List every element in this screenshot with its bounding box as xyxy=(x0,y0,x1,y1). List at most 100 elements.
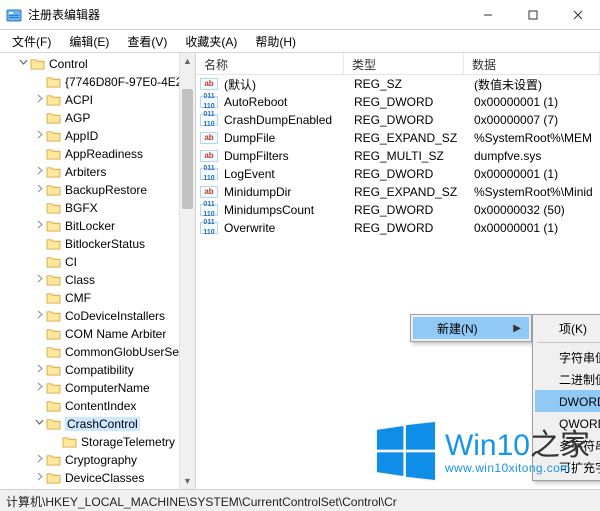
minimize-button[interactable] xyxy=(465,0,510,30)
close-button[interactable] xyxy=(555,0,600,30)
expand-toggle-icon[interactable] xyxy=(32,94,46,106)
tree-item[interactable]: ContentIndex xyxy=(0,397,195,415)
expand-toggle-icon[interactable] xyxy=(16,58,30,70)
expand-toggle-icon[interactable] xyxy=(32,220,46,232)
binary-value-icon: 011110 xyxy=(200,168,218,180)
list-body[interactable]: ab(默认)REG_SZ(数值未设置)011110AutoRebootREG_D… xyxy=(196,75,600,237)
value-data: (数值未设置) xyxy=(468,76,600,93)
expand-toggle-icon[interactable] xyxy=(32,166,46,178)
value-row[interactable]: ab(默认)REG_SZ(数值未设置) xyxy=(196,75,600,93)
submenu-arrow-icon: ▶ xyxy=(513,323,521,334)
folder-icon xyxy=(46,147,62,161)
list-header: 名称 类型 数据 xyxy=(196,53,600,75)
value-row[interactable]: 011110MinidumpsCountREG_DWORD0x00000032 … xyxy=(196,201,600,219)
value-name: MinidumpsCount xyxy=(218,203,348,217)
menu-bar: 文件(F) 编辑(E) 查看(V) 收藏夹(A) 帮助(H) xyxy=(0,30,600,52)
tree-content[interactable]: Control{7746D80F-97E0-4E26-… ACPI AGP AppID… xyxy=(0,53,195,489)
tree-item[interactable]: BGFX xyxy=(0,199,195,217)
tree-item[interactable]: Compatibility xyxy=(0,361,195,379)
scroll-up-icon[interactable]: ▲ xyxy=(180,53,195,69)
expand-toggle-icon[interactable] xyxy=(32,310,46,322)
scroll-track[interactable] xyxy=(180,69,195,473)
expand-toggle-icon[interactable] xyxy=(32,130,46,142)
value-row[interactable]: abMinidumpDirREG_EXPAND_SZ%SystemRoot%\M… xyxy=(196,183,600,201)
folder-icon xyxy=(46,399,62,413)
ctx-new-multistring[interactable]: 多字符串值(M) xyxy=(535,434,600,456)
tree-item[interactable]: CommonGlobUserSett… xyxy=(0,343,195,361)
value-row[interactable]: 011110OverwriteREG_DWORD0x00000001 (1) xyxy=(196,219,600,237)
tree-item[interactable]: Control xyxy=(0,55,195,73)
tree-item[interactable]: Arbiters xyxy=(0,163,195,181)
expand-toggle-icon[interactable] xyxy=(32,454,46,466)
ctx-new-string[interactable]: 字符串值(S) xyxy=(535,346,600,368)
folder-icon xyxy=(46,327,62,341)
tree-item-label: AppID xyxy=(65,129,98,143)
tree-item[interactable]: BitlockerStatus xyxy=(0,235,195,253)
tree-item[interactable]: ACPI xyxy=(0,91,195,109)
tree-item[interactable]: COM Name Arbiter xyxy=(0,325,195,343)
tree-item[interactable]: Cryptography xyxy=(0,451,195,469)
value-row[interactable]: abDumpFiltersREG_MULTI_SZdumpfve.sys xyxy=(196,147,600,165)
ctx-new-dword[interactable]: DWORD (32 位)值(D) xyxy=(535,390,600,412)
folder-icon xyxy=(46,345,62,359)
column-name[interactable]: 名称 xyxy=(196,53,344,74)
expand-toggle-icon[interactable] xyxy=(32,472,46,484)
tree-item-label: ACPI xyxy=(65,93,93,107)
expand-toggle-icon[interactable] xyxy=(32,274,46,286)
value-data: %SystemRoot%\Minid xyxy=(468,185,600,199)
tree-item-label: StorageTelemetry xyxy=(81,435,175,449)
value-row[interactable]: 011110AutoRebootREG_DWORD0x00000001 (1) xyxy=(196,93,600,111)
value-row[interactable]: abDumpFileREG_EXPAND_SZ%SystemRoot%\MEM xyxy=(196,129,600,147)
tree-item-label: ContentIndex xyxy=(65,399,136,413)
tree-item-label: DeviceClasses xyxy=(65,471,144,485)
ctx-new-binary[interactable]: 二进制值(B) xyxy=(535,368,600,390)
tree-item[interactable]: AGP xyxy=(0,109,195,127)
ctx-new-qword[interactable]: QWORD (64 位)值(Q) xyxy=(535,412,600,434)
value-data: 0x00000001 (1) xyxy=(468,221,600,235)
tree-item[interactable]: BitLocker xyxy=(0,217,195,235)
tree-item[interactable]: AppID xyxy=(0,127,195,145)
tree-item-label: Class xyxy=(65,273,95,287)
tree-scrollbar[interactable]: ▲ ▼ xyxy=(179,53,195,489)
tree-item-label: CoDeviceInstallers xyxy=(65,309,165,323)
tree-item[interactable]: BackupRestore xyxy=(0,181,195,199)
tree-item[interactable]: StorageTelemetry xyxy=(0,433,195,451)
folder-icon xyxy=(46,417,62,431)
tree-item[interactable]: DeviceClasses xyxy=(0,469,195,487)
expand-toggle-icon[interactable] xyxy=(32,382,46,394)
menu-favorites[interactable]: 收藏夹(A) xyxy=(177,31,245,52)
tree-item-label: AppReadiness xyxy=(65,147,143,161)
ctx-new[interactable]: 新建(N) ▶ xyxy=(413,317,529,339)
tree-item[interactable]: Class xyxy=(0,271,195,289)
string-value-icon: ab xyxy=(200,78,218,90)
column-type[interactable]: 类型 xyxy=(344,53,464,74)
expand-toggle-icon[interactable] xyxy=(32,364,46,376)
menu-view[interactable]: 查看(V) xyxy=(119,31,175,52)
tree-item[interactable]: ComputerName xyxy=(0,379,195,397)
expand-toggle-icon[interactable] xyxy=(32,184,46,196)
tree-item[interactable]: {7746D80F-97E0-4E26-… xyxy=(0,73,195,91)
tree-item[interactable]: CMF xyxy=(0,289,195,307)
ctx-new-key[interactable]: 项(K) xyxy=(535,317,600,339)
value-name: DumpFile xyxy=(218,131,348,145)
tree-item-label: CMF xyxy=(65,291,91,305)
menu-help[interactable]: 帮助(H) xyxy=(247,31,304,52)
scroll-thumb[interactable] xyxy=(182,89,193,209)
menu-edit[interactable]: 编辑(E) xyxy=(61,31,117,52)
tree-item-label: Cryptography xyxy=(65,453,137,467)
tree-item[interactable]: AppReadiness xyxy=(0,145,195,163)
tree-item[interactable]: CI xyxy=(0,253,195,271)
ctx-new-expandstring[interactable]: 可扩充字符串值(E) xyxy=(535,456,600,478)
expand-toggle-icon[interactable] xyxy=(32,418,46,430)
tree-item[interactable]: CrashControl xyxy=(0,415,195,433)
value-row[interactable]: 011110CrashDumpEnabledREG_DWORD0x0000000… xyxy=(196,111,600,129)
scroll-down-icon[interactable]: ▼ xyxy=(180,473,195,489)
menu-file[interactable]: 文件(F) xyxy=(4,31,59,52)
value-type: REG_EXPAND_SZ xyxy=(348,131,468,145)
tree-item[interactable]: CoDeviceInstallers xyxy=(0,307,195,325)
value-row[interactable]: 011110LogEventREG_DWORD0x00000001 (1) xyxy=(196,165,600,183)
column-data[interactable]: 数据 xyxy=(464,53,600,74)
maximize-button[interactable] xyxy=(510,0,555,30)
context-submenu-new: 项(K) 字符串值(S) 二进制值(B) DWORD (32 位)值(D) QW… xyxy=(532,314,600,481)
folder-icon xyxy=(46,129,62,143)
